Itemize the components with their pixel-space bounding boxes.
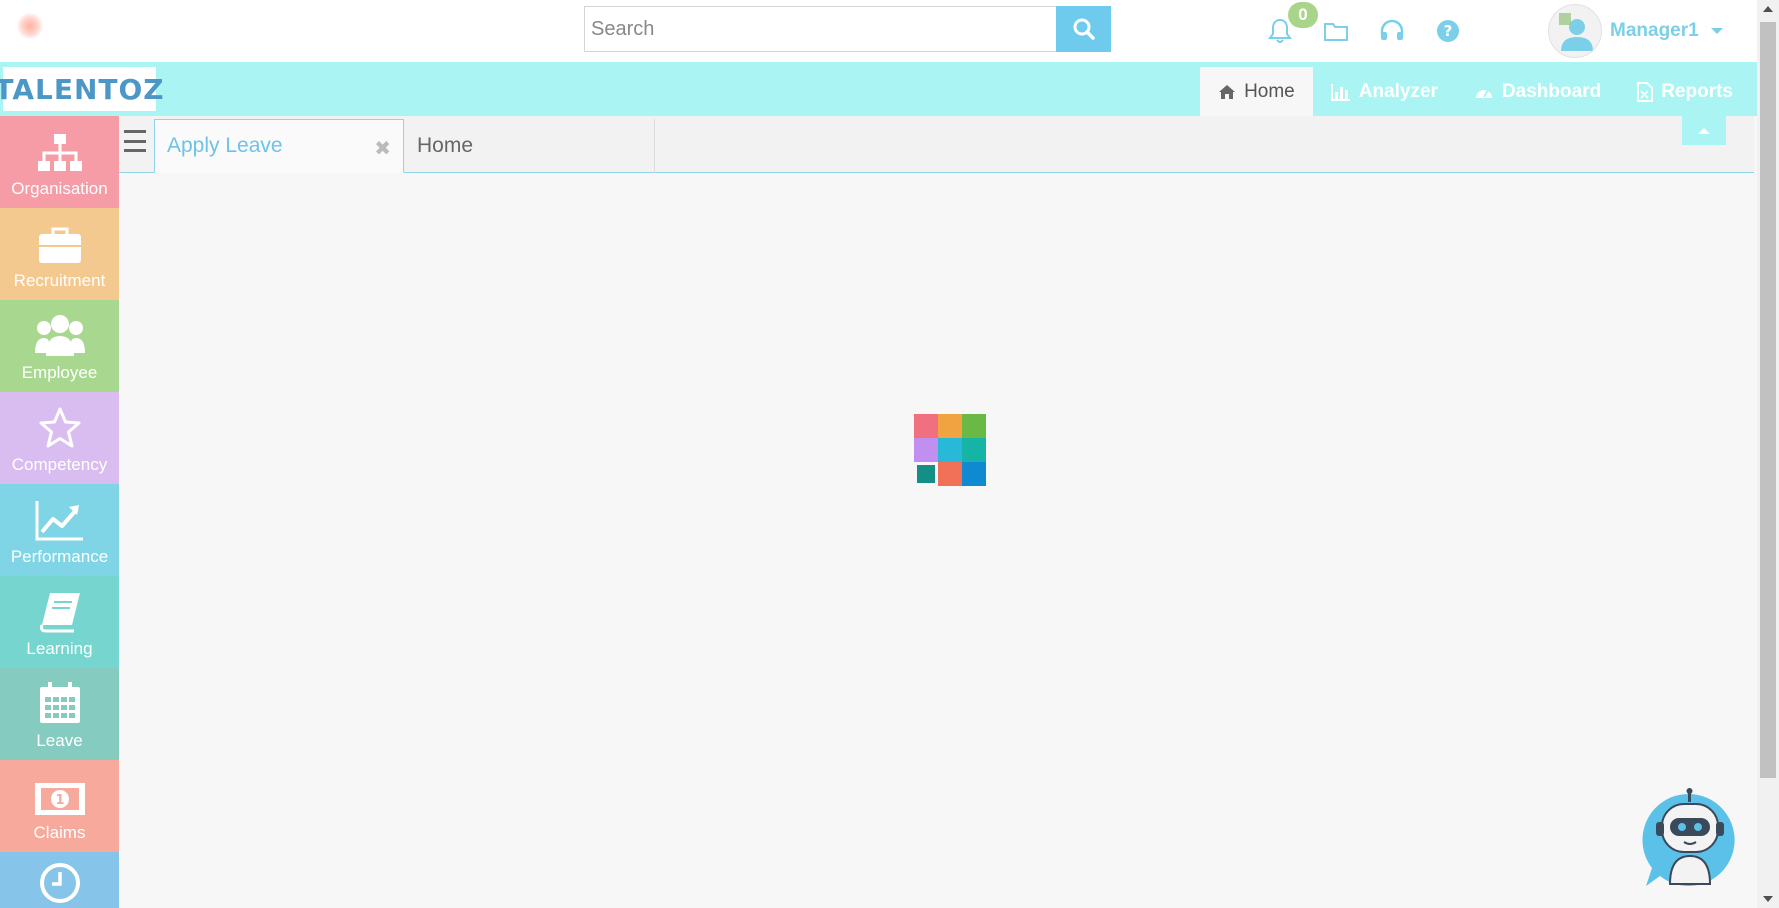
sidebar-item-performance[interactable]: Performance xyxy=(0,484,119,576)
loader-cell xyxy=(938,438,962,462)
question-circle-icon: ? xyxy=(1437,20,1459,42)
tab-label: Home xyxy=(417,134,474,157)
folder-icon xyxy=(1324,23,1348,41)
tab-home[interactable]: Home xyxy=(405,119,655,173)
sidebar-item-label: Performance xyxy=(10,547,109,566)
search-input[interactable] xyxy=(584,6,1056,52)
sidebar-item-leave[interactable]: Leave xyxy=(0,668,119,760)
top-bar: 0 ? Mana xyxy=(0,0,1757,62)
sidebar-item-timesheet[interactable] xyxy=(0,852,119,908)
sidebar-item-label: Leave xyxy=(36,731,83,750)
nav-reports-label: Reports xyxy=(1661,80,1733,102)
sidebar-item-label: Learning xyxy=(26,639,93,658)
top-icon-group: 0 ? xyxy=(1265,2,1463,46)
help-button[interactable]: ? xyxy=(1433,16,1463,46)
logo-text: TALENTOZ xyxy=(0,72,165,106)
tab-label: Apply Leave xyxy=(167,134,283,157)
scroll-up-arrow-icon[interactable] xyxy=(1763,6,1773,12)
nav-reports[interactable]: Reports xyxy=(1619,67,1751,116)
notifications-button[interactable]: 0 xyxy=(1265,2,1318,46)
hamburger-menu-icon[interactable] xyxy=(124,130,146,152)
loader-cell xyxy=(917,465,935,483)
search-icon xyxy=(1073,18,1095,40)
dashboard-icon xyxy=(1475,89,1492,98)
sidebar-item-competency[interactable]: Competency xyxy=(0,392,119,484)
user-menu[interactable]: Manager1 xyxy=(1548,4,1723,58)
loader-cell xyxy=(914,414,938,438)
collapse-header-button[interactable] xyxy=(1682,116,1726,145)
files-button[interactable] xyxy=(1321,16,1351,46)
brand-bar: TALENTOZ Home Analyzer Dashboard Reports xyxy=(0,62,1757,116)
logo[interactable]: TALENTOZ xyxy=(0,67,164,111)
module-sidebar: Organisation Recruitment Employee Compet… xyxy=(0,116,119,908)
org-chart-icon xyxy=(37,134,82,171)
trend-chart-icon xyxy=(35,501,83,541)
clock-icon xyxy=(39,863,80,903)
sidebar-item-organisation[interactable]: Organisation xyxy=(0,116,119,208)
sidebar-item-label: Organisation xyxy=(11,179,108,198)
loader-cell xyxy=(914,438,938,462)
scroll-thumb[interactable] xyxy=(1760,22,1776,778)
nav-analyzer[interactable]: Analyzer xyxy=(1313,67,1456,116)
loader-cell xyxy=(962,462,986,486)
calendar-icon xyxy=(39,682,80,723)
user-avatar-icon xyxy=(1559,13,1593,51)
main-nav: Home Analyzer Dashboard Reports xyxy=(1200,67,1751,116)
chevron-down-icon xyxy=(1710,28,1723,34)
caret-up-icon xyxy=(1698,127,1710,134)
search-button[interactable] xyxy=(1056,6,1111,52)
nav-home[interactable]: Home xyxy=(1200,67,1313,116)
nav-dashboard-label: Dashboard xyxy=(1501,80,1602,102)
avatar xyxy=(1548,4,1602,58)
main-content xyxy=(119,174,1754,908)
nav-home-label: Home xyxy=(1244,80,1295,102)
sidebar-item-label: Claims xyxy=(33,823,86,842)
nav-dashboard[interactable]: Dashboard xyxy=(1456,67,1619,116)
page-scrollbar[interactable] xyxy=(1757,0,1779,908)
people-icon xyxy=(34,315,85,356)
money-icon: 1 xyxy=(34,783,85,815)
search-bar xyxy=(584,6,1111,52)
sidebar-item-label: Competency xyxy=(11,455,108,474)
home-icon xyxy=(1219,84,1236,99)
status-dot-icon xyxy=(17,13,43,39)
bar-chart-icon xyxy=(1330,83,1350,101)
tab-apply-leave[interactable]: Apply Leave ✖ xyxy=(154,119,404,173)
tab-bar: Apply Leave ✖ Home xyxy=(119,116,1754,173)
star-icon xyxy=(39,407,80,448)
chatbot-button[interactable] xyxy=(1638,788,1742,892)
book-icon xyxy=(39,593,80,633)
sidebar-item-label: Recruitment xyxy=(13,271,106,290)
sidebar-item-learning[interactable]: Learning xyxy=(0,576,119,668)
user-name: Manager1 xyxy=(1610,20,1699,41)
close-icon[interactable]: ✖ xyxy=(374,136,391,161)
sidebar-item-claims[interactable]: 1 Claims xyxy=(0,760,119,852)
svg-text:?: ? xyxy=(1444,22,1453,40)
svg-text:1: 1 xyxy=(55,793,64,808)
notification-count-badge: 0 xyxy=(1288,2,1318,28)
sidebar-item-recruitment[interactable]: Recruitment xyxy=(0,208,119,300)
robot-assistant-icon xyxy=(1642,788,1735,886)
briefcase-icon xyxy=(38,227,81,263)
loader-cell xyxy=(962,414,986,438)
loader-cell xyxy=(938,414,962,438)
nav-analyzer-label: Analyzer xyxy=(1358,80,1438,102)
loading-spinner xyxy=(914,414,986,486)
sidebar-item-employee[interactable]: Employee xyxy=(0,300,119,392)
loader-cell xyxy=(962,438,986,462)
scroll-down-arrow-icon[interactable] xyxy=(1763,896,1773,902)
support-button[interactable] xyxy=(1377,16,1407,46)
report-file-icon xyxy=(1637,81,1654,102)
sidebar-item-label: Employee xyxy=(21,363,98,382)
loader-cell xyxy=(938,462,962,486)
headphones-icon xyxy=(1380,19,1404,40)
